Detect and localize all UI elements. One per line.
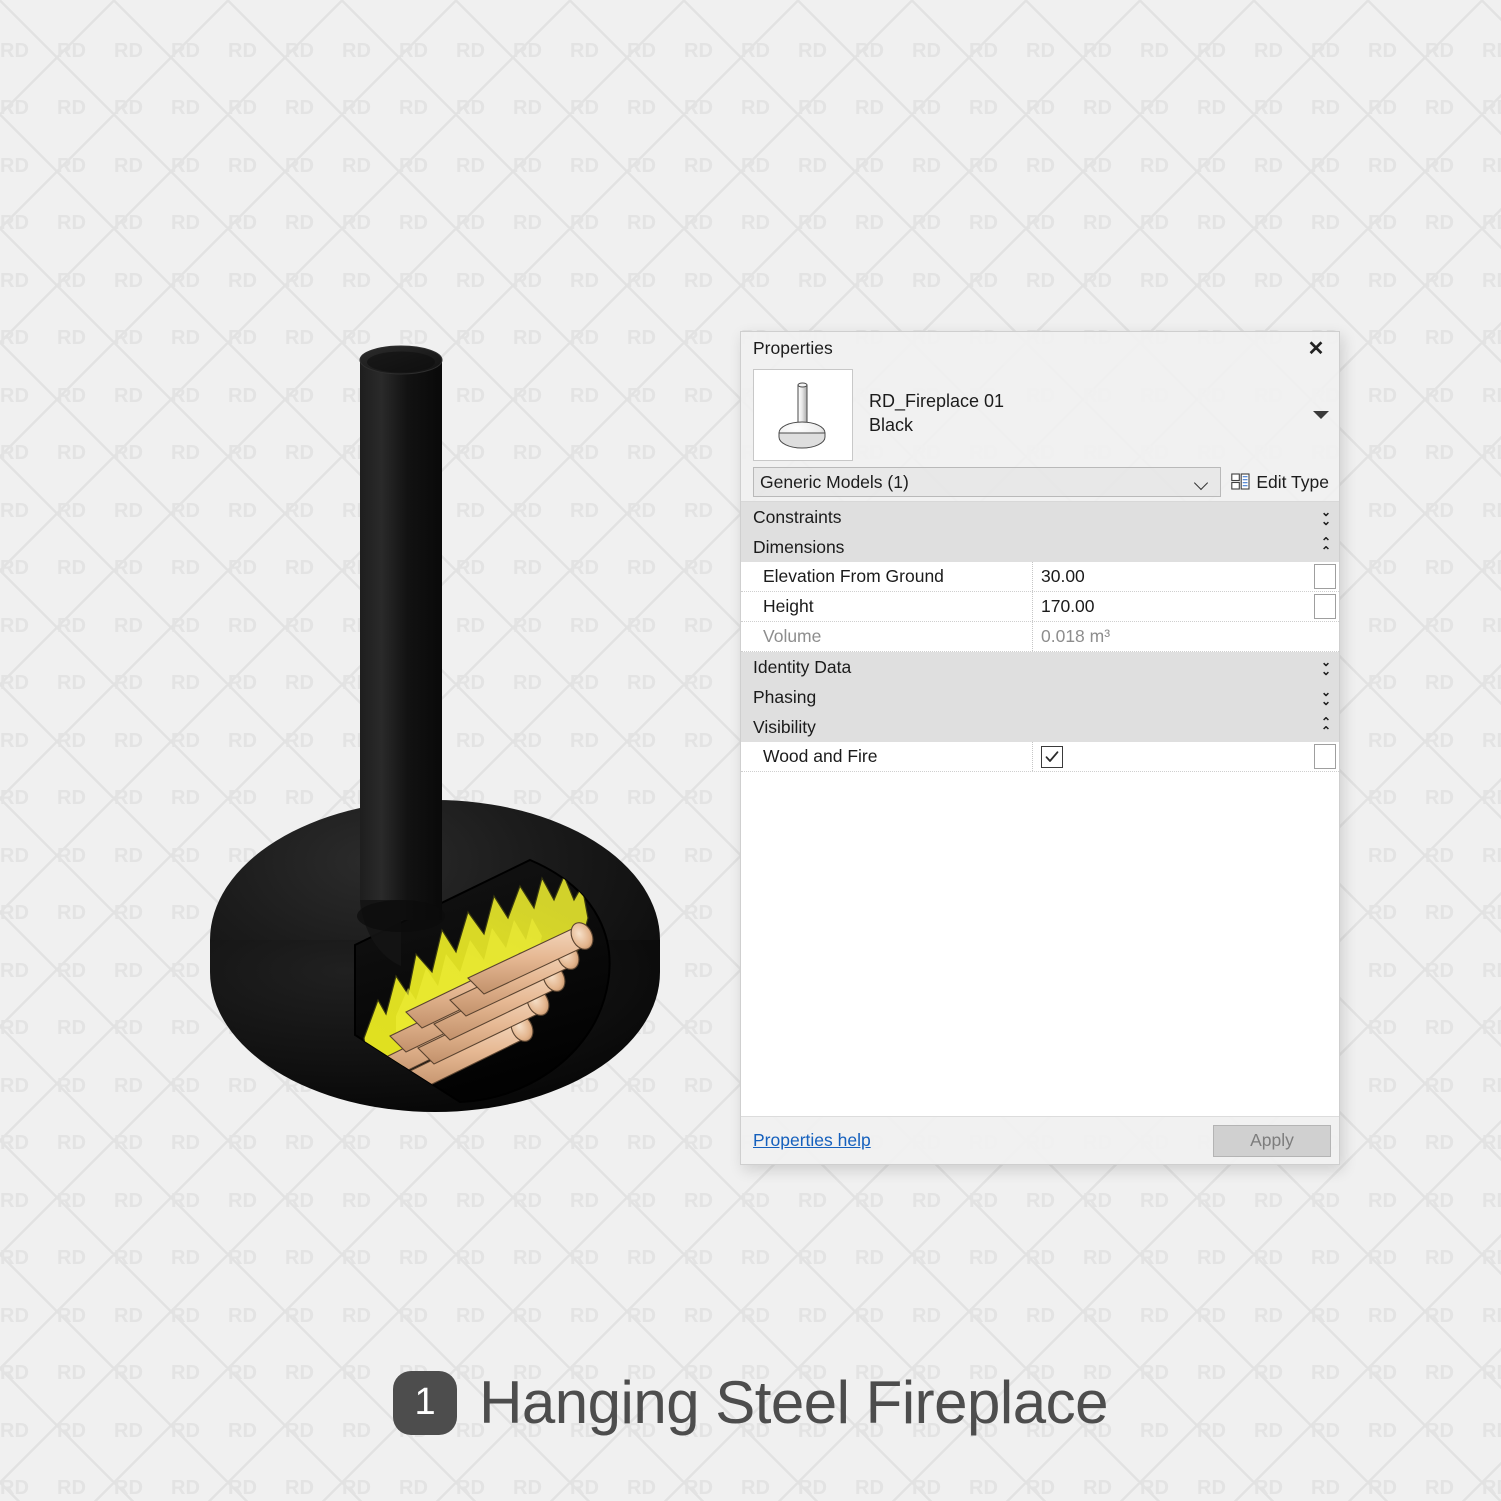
param-group-header[interactable]: Dimensions ⌃ ⌃ [741, 532, 1339, 562]
param-group-label: Constraints [753, 506, 842, 527]
param-label: Height [741, 592, 1033, 621]
palette-footer: Properties help Apply [741, 1116, 1339, 1164]
checkbox-wood-and-fire[interactable] [1041, 745, 1063, 768]
edit-type-button[interactable]: Edit Type [1221, 467, 1335, 497]
param-value-cell[interactable]: 30.00 [1033, 562, 1314, 591]
param-row[interactable]: Volume 0.018 m³ [741, 622, 1339, 652]
param-edit-button[interactable] [1314, 564, 1336, 589]
param-label: Elevation From Ground [741, 562, 1033, 591]
chevron-down-icon [1195, 478, 1208, 486]
parameter-table: Constraints ⌄ ⌄ Dimensions ⌃ ⌃ Elevation From … [741, 501, 1339, 1116]
close-icon[interactable]: ✕ [1303, 336, 1329, 362]
double-chevron-down-icon[interactable]: ⌄ ⌄ [1313, 502, 1339, 532]
edit-type-label: Edit Type [1256, 471, 1329, 492]
param-value-cell: 0.018 m³ [1033, 622, 1314, 651]
type-header: RD_Fireplace 01 Black [741, 365, 1339, 465]
double-chevron-down-icon[interactable]: ⌄ ⌄ [1313, 682, 1339, 712]
double-chevron-up-icon[interactable]: ⌃ ⌃ [1313, 532, 1339, 562]
param-edit-button[interactable] [1314, 744, 1336, 769]
table-empty-area [741, 772, 1339, 1116]
param-value-cell[interactable]: 170.00 [1033, 592, 1314, 621]
param-group-header[interactable]: Constraints ⌄ ⌄ [741, 502, 1339, 532]
type-selector-value: Generic Models (1) [760, 471, 909, 492]
type-selector-dropdown[interactable]: Generic Models (1) [753, 467, 1222, 497]
param-group-label: Identity Data [753, 656, 852, 677]
param-label: Volume [741, 622, 1033, 651]
type-name-label: Black [869, 415, 914, 436]
caption-title: Hanging Steel Fireplace [479, 1369, 1108, 1436]
edit-type-icon [1231, 473, 1250, 490]
caption-number-badge: 1 [393, 1370, 458, 1435]
param-group-header[interactable]: Identity Data ⌄ ⌄ [741, 652, 1339, 682]
palette-title: Properties [753, 338, 833, 358]
type-family-label: RD_Fireplace 01 [869, 391, 1005, 411]
param-label: Wood and Fire [741, 742, 1033, 771]
type-selector-row: Generic Models (1) Edit Type [741, 465, 1339, 501]
param-group-label: Dimensions [753, 536, 845, 557]
fireplace-thumbnail-icon [753, 369, 853, 461]
triangle-down-icon[interactable] [1313, 411, 1329, 419]
param-edit-button[interactable] [1314, 594, 1336, 619]
param-group-label: Phasing [753, 686, 817, 707]
param-group-header[interactable]: Visibility ⌃ ⌃ [741, 712, 1339, 742]
param-group-header[interactable]: Phasing ⌄ ⌄ [741, 682, 1339, 712]
param-row[interactable]: Elevation From Ground 30.00 [741, 562, 1339, 592]
param-group-label: Visibility [753, 716, 816, 737]
param-button-placeholder [1314, 624, 1336, 649]
param-row[interactable]: Height 170.00 [741, 592, 1339, 622]
palette-titlebar[interactable]: Properties ✕ [741, 332, 1339, 365]
fireplace-3d-model [150, 300, 720, 1220]
double-chevron-up-icon[interactable]: ⌃ ⌃ [1313, 712, 1339, 742]
apply-button[interactable]: Apply [1213, 1124, 1331, 1157]
properties-palette[interactable]: Properties ✕ RD_Fireplace 01 Black Gener… [740, 331, 1340, 1165]
properties-help-link[interactable]: Properties help [753, 1130, 1213, 1151]
param-row[interactable]: Wood and Fire [741, 742, 1339, 772]
double-chevron-down-icon[interactable]: ⌄ ⌄ [1313, 652, 1339, 682]
param-value-cell[interactable] [1033, 742, 1314, 771]
caption: 1 Hanging Steel Fireplace [0, 1368, 1501, 1437]
